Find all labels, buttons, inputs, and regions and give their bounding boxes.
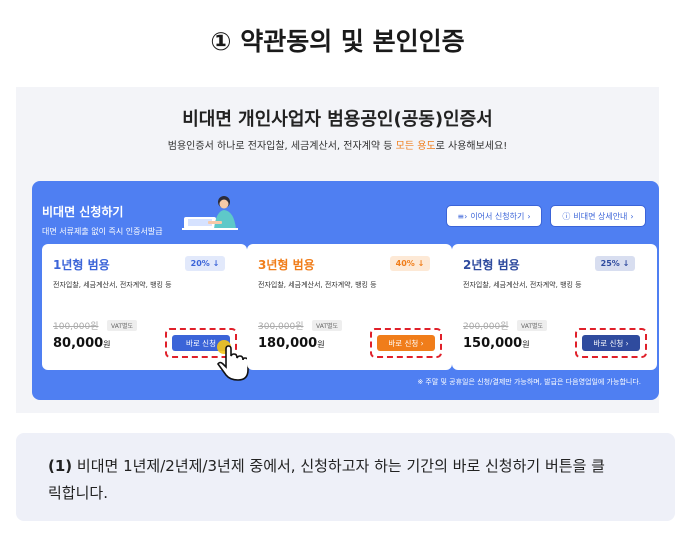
price-value: 80,000 (53, 336, 104, 351)
subtitle-text-end: 로 사용해보세요! (435, 141, 508, 152)
plan-card-3year: 3년형 범용 40% ↓ 전자입찰, 세금계산서, 전자계약, 뱅킹 등 300… (247, 244, 452, 370)
non-face-apply-section: 비대면 신청하기 대면 서류제출 없이 즉시 인증서발급 ≡› 이어서 신청하기… (32, 181, 659, 400)
discount-badge: 20% ↓ (185, 256, 225, 271)
help-circle-icon: ⓘ (562, 211, 571, 221)
vat-badge: VAT별도 (312, 320, 343, 331)
apply-highlight: 바로 신청 › (370, 328, 442, 358)
step-title: ① 약관동의 및 본인인증 (210, 27, 465, 56)
original-price: 300,000원 (258, 322, 304, 332)
plan-desc: 전자입찰, 세금계산서, 전자계약, 뱅킹 등 (53, 281, 172, 289)
price: 180,000원 (258, 336, 325, 351)
apply-button-3year[interactable]: 바로 신청 › (377, 335, 435, 351)
panel-title: 비대면 개인사업자 범용공인(공동)인증서 (182, 109, 493, 130)
price-unit: 원 (317, 340, 325, 349)
plan-card-2year: 2년형 범용 25% ↓ 전자입찰, 세금계산서, 전자계약, 뱅킹 등 200… (452, 244, 657, 370)
chevron-right-icon: › (527, 211, 531, 221)
price-value: 180,000 (258, 336, 318, 351)
subtitle-text: 범용인증서 하나로 전자입찰, 세금계산서, 전자계약 등 (167, 141, 396, 152)
original-price: 200,000원 (463, 322, 509, 332)
price: 80,000원 (53, 336, 111, 351)
detail-guide-button[interactable]: ⓘ 비대면 상세안내 › (550, 205, 646, 227)
plan-desc: 전자입찰, 세금계산서, 전자계약, 뱅킹 등 (258, 281, 377, 289)
discount-badge: 25% ↓ (595, 256, 635, 271)
plan-card-1year: 1년형 범용 20% ↓ 전자입찰, 세금계산서, 전자계약, 뱅킹 등 100… (42, 244, 249, 381)
plan-name: 3년형 범용 (258, 258, 315, 272)
original-price: 100,000원 (53, 322, 99, 332)
continue-apply-button[interactable]: ≡› 이어서 신청하기 › (446, 205, 542, 227)
certificate-panel: 비대면 개인사업자 범용공인(공동)인증서 범용인증서 하나로 전자입찰, 세금… (16, 87, 659, 413)
price-unit: 원 (522, 340, 530, 349)
instruction-body: 비대면 1년제/2년제/3년제 중에서, 신청하고자 하는 기간의 바로 신청하… (48, 457, 605, 502)
plan-name: 1년형 범용 (53, 258, 110, 272)
section-desc: 대면 서류제출 없이 즉시 인증서발급 (42, 227, 163, 236)
instruction-text: (1) 비대면 1년제/2년제/3년제 중에서, 신청하고자 하는 기간의 바로… (48, 453, 608, 507)
section-title: 비대면 신청하기 (42, 205, 124, 219)
subtitle-highlight: 모든 용도 (395, 141, 436, 152)
panel-subtitle: 범용인증서 하나로 전자입찰, 세금계산서, 전자계약 등 모든 용도로 사용해… (16, 137, 659, 152)
list-icon: ≡› (457, 211, 468, 221)
chevron-right-icon: › (630, 211, 634, 221)
vat-badge: VAT별도 (517, 320, 548, 331)
apply-button-2year[interactable]: 바로 신청 › (582, 335, 640, 351)
plan-name: 2년형 범용 (463, 258, 520, 272)
price-unit: 원 (103, 340, 111, 349)
plan-desc: 전자입찰, 세금계산서, 전자계약, 뱅킹 등 (463, 281, 582, 289)
vat-badge: VAT별도 (107, 320, 138, 331)
person-laptop-icon (182, 196, 238, 230)
step-number: (1) (48, 457, 73, 475)
continue-apply-label: 이어서 신청하기 (470, 211, 525, 221)
detail-guide-label: 비대면 상세안내 (573, 211, 628, 221)
apply-highlight: 바로 신청 › (575, 328, 647, 358)
discount-badge: 40% ↓ (390, 256, 430, 271)
price: 150,000원 (463, 336, 530, 351)
weekend-notice: ※ 주말 및 공휴일은 신청/결제만 가능하며, 발급은 다음영업일에 가능합니… (417, 378, 641, 386)
instruction-box: (1) 비대면 1년제/2년제/3년제 중에서, 신청하고자 하는 기간의 바로… (16, 433, 675, 521)
price-value: 150,000 (463, 336, 523, 351)
